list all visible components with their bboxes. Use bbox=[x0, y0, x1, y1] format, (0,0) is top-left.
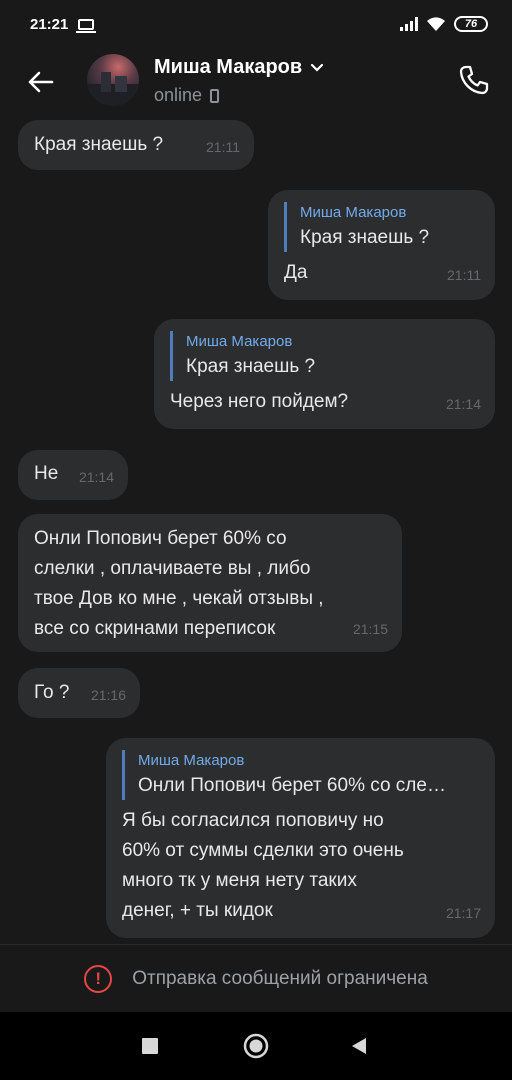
contact-status: online bbox=[154, 85, 220, 106]
back-nav-button[interactable] bbox=[346, 1034, 372, 1058]
message-incoming[interactable]: Го ? 21:16 bbox=[18, 668, 140, 718]
message-time: 21:11 bbox=[206, 139, 240, 155]
contact-status-text: online bbox=[154, 85, 203, 105]
battery-icon: 76 bbox=[454, 16, 488, 32]
message-outgoing[interactable]: Миша Макаров Края знаешь ? Да 21:11 bbox=[268, 190, 495, 300]
reply-text: Края знаешь ? bbox=[186, 356, 316, 377]
restriction-text: Отправка сообщений ограничена bbox=[132, 967, 428, 989]
message-outgoing[interactable]: Миша Макаров Онли Попович берет 60% со с… bbox=[106, 738, 495, 938]
triangle-back-icon bbox=[352, 1038, 366, 1054]
square-icon bbox=[142, 1038, 158, 1054]
circle-icon bbox=[243, 1033, 269, 1059]
message-time: 21:14 bbox=[445, 396, 481, 412]
wifi-icon bbox=[427, 17, 445, 31]
status-icons: 76 bbox=[400, 16, 488, 32]
reply-text: Края знаешь ? bbox=[300, 227, 430, 248]
home-button[interactable] bbox=[240, 1030, 272, 1062]
reply-author: Миша Макаров bbox=[138, 752, 245, 769]
message-time: 21:15 bbox=[352, 621, 388, 637]
message-text: Через него пойдем? bbox=[170, 391, 349, 412]
reply-author: Миша Макаров bbox=[186, 333, 293, 350]
avatar[interactable] bbox=[87, 54, 139, 106]
battery-level: 76 bbox=[464, 18, 478, 30]
message-time: 21:16 bbox=[90, 687, 126, 703]
avatar-image bbox=[87, 72, 139, 106]
message-list[interactable]: Края знаешь ? 21:11 Миша Макаров Края зн… bbox=[0, 116, 512, 944]
status-bar: 21:21 76 bbox=[0, 0, 512, 48]
message-text: Да bbox=[284, 262, 308, 283]
back-button[interactable] bbox=[20, 62, 60, 102]
call-button[interactable] bbox=[454, 60, 494, 100]
message-time: 21:17 bbox=[445, 905, 481, 921]
system-nav-bar bbox=[0, 1012, 512, 1080]
status-time: 21:21 bbox=[30, 15, 69, 33]
message-text: Я бы согласился поповичу но 60% от суммы… bbox=[122, 810, 404, 921]
chevron-down-icon bbox=[311, 63, 324, 72]
arrow-left-icon bbox=[28, 71, 54, 93]
chat-header: Миша Макаров online bbox=[0, 48, 512, 116]
signal-icon bbox=[400, 17, 418, 31]
message-incoming[interactable]: Края знаешь ? 21:11 bbox=[18, 120, 254, 170]
message-time: 21:14 bbox=[78, 469, 114, 485]
message-incoming[interactable]: Онли Попович берет 60% со слелки , оплач… bbox=[18, 514, 402, 652]
reply-text: Онли Попович берет 60% со сле… bbox=[138, 775, 446, 796]
laptop-icon bbox=[76, 18, 97, 33]
message-text: Онли Попович берет 60% со слелки , оплач… bbox=[34, 528, 324, 639]
contact-name: Миша Макаров bbox=[154, 56, 303, 78]
reply-author: Миша Макаров bbox=[300, 204, 407, 221]
message-text: Го ? bbox=[34, 682, 70, 703]
reply-quote[interactable]: Миша Макаров Края знаешь ? bbox=[284, 202, 479, 252]
warning-icon: ! bbox=[84, 964, 113, 993]
message-time: 21:11 bbox=[447, 267, 481, 283]
message-text: Не bbox=[34, 463, 59, 484]
message-outgoing[interactable]: Миша Макаров Края знаешь ? Через него по… bbox=[154, 319, 495, 429]
message-incoming[interactable]: Не 21:14 bbox=[18, 450, 128, 500]
recents-button[interactable] bbox=[138, 1034, 162, 1058]
message-text: Края знаешь ? bbox=[34, 134, 164, 155]
messaging-restricted-bar: ! Отправка сообщений ограничена bbox=[0, 944, 512, 1012]
mobile-device-icon bbox=[210, 88, 220, 103]
phone-icon bbox=[459, 65, 489, 95]
contact-name-button[interactable]: Миша Макаров bbox=[154, 56, 324, 79]
reply-quote[interactable]: Миша Макаров Онли Попович берет 60% со с… bbox=[122, 750, 479, 800]
reply-quote[interactable]: Миша Макаров Края знаешь ? bbox=[170, 331, 479, 381]
